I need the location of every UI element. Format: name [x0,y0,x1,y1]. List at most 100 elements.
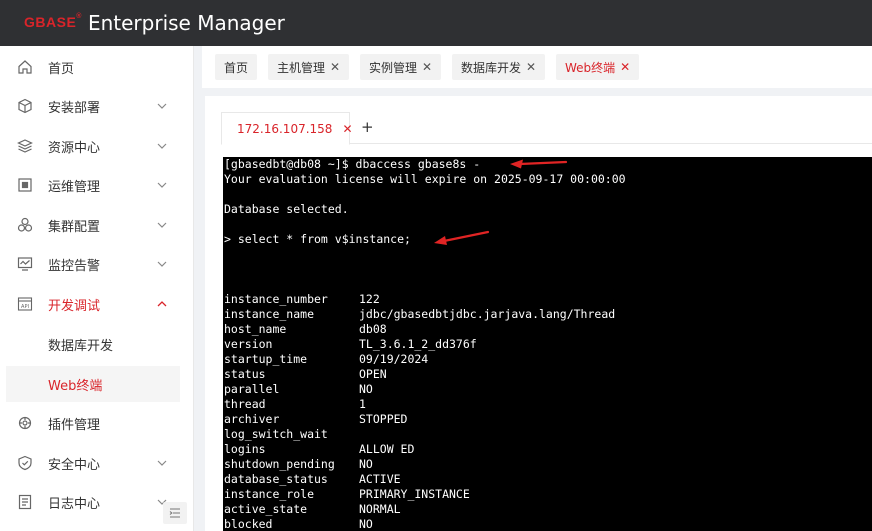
tab-label: 主机管理 [277,60,326,75]
chevron-down-icon [157,261,167,267]
terminal-row-value: NORMAL [359,502,401,516]
terminal-row-key: blocked [224,517,273,531]
close-icon[interactable]: ✕ [620,60,630,74]
log-icon [18,494,32,510]
terminal-row-value: TL_3.6.1_2_dd376f [359,337,477,351]
tab-host-management[interactable]: 主机管理 ✕ [268,54,350,80]
terminal-line: [gbasedbt@db08 ~]$ dbaccess gbase8s - [224,157,481,171]
sidebar-subitem-label: Web终端 [48,378,103,394]
terminal-row-key: archiver [224,412,280,426]
sidebar-item-cluster[interactable]: 集群配置 [0,205,194,245]
gbase-logo[interactable]: GBASE® [24,13,82,30]
api-icon: API [17,297,33,311]
tab-label: 数据库开发 [461,60,522,75]
close-icon[interactable]: ✕ [422,60,432,74]
tab-label: 首页 [224,60,249,75]
terminal-row-key: instance_role [224,487,315,501]
sidebar-item-label: 安全中心 [48,457,101,473]
terminal-row-key: shutdown_pending [224,457,335,471]
red-arrow-annotation [434,230,490,245]
layers-icon [17,139,33,153]
terminal-row-value: PRIMARY_INSTANCE [359,487,470,501]
chevron-down-icon [157,222,167,228]
terminal-row-value: STOPPED [359,412,408,426]
tab-db-dev[interactable]: 数据库开发 ✕ [452,54,546,80]
sidebar-subitem-db-dev[interactable]: 数据库开发 [6,326,180,362]
sidebar-item-label: 监控告警 [48,258,101,274]
terminal-row-value: NO [359,382,373,396]
sidebar-item-label: 插件管理 [48,417,101,433]
chevron-down-icon [157,460,167,466]
svg-text:API: API [21,304,29,310]
sidebar-item-label: 开发调试 [48,298,101,314]
terminal-row-key: active_state [224,502,308,516]
sidebar-item-monitor[interactable]: 监控告警 [0,244,194,284]
chip-icon [18,178,32,192]
sidebar-subitem-label: 数据库开发 [48,338,114,354]
shield-icon [18,455,32,471]
tab-label: Web终端 [565,60,616,75]
sidebar-item-security[interactable]: 安全中心 [0,443,194,483]
sidebar-item-label: 资源中心 [48,140,101,156]
web-terminal-panel: 172.16.107.158 ✕ + [gbasedbt@db08 ~]$ db… [205,96,872,531]
sidebar-item-install[interactable]: 安装部署 [0,86,194,126]
cluster-icon [17,217,33,232]
terminal-row-key: version [224,337,273,351]
sidebar-item-resources[interactable]: 资源中心 [0,126,194,166]
plugin-icon [18,416,32,430]
terminal-row-key: startup_time [224,352,308,366]
terminal-row-value: jdbc/gbasedbtjdbc.jarjava.lang/Thread [359,307,616,321]
sidebar-item-ops[interactable]: 运维管理 [0,165,194,205]
terminal-screen[interactable]: [gbasedbt@db08 ~]$ dbaccess gbase8s - Yo… [223,157,872,531]
terminal-tab-host[interactable]: 172.16.107.158 ✕ [221,112,353,145]
add-terminal-button[interactable]: + [361,118,374,136]
tab-home[interactable]: 首页 [215,54,258,80]
menu-fold-icon [169,508,180,518]
sidebar-item-dev-debug[interactable]: API 开发调试 [0,284,194,324]
sidebar: 首页 安装部署 资源中心 运维管理 集群配置 监控告警 API 开发调试 数据库… [0,46,194,531]
cube-icon [18,98,32,114]
terminal-row-key: logins [224,442,266,456]
chevron-down-icon [157,103,167,109]
sidebar-item-plugins[interactable]: 插件管理 [0,403,194,443]
app-header: GBASE® Enterprise Manager [0,0,872,46]
red-arrow-annotation [510,159,568,169]
terminal-row-key: host_name [224,322,287,336]
chevron-down-icon [157,143,167,149]
terminal-line: Database selected. [224,202,349,216]
terminal-row-key: database_status [224,472,328,486]
close-icon[interactable]: ✕ [342,122,352,136]
terminal-line: > select * from v$instance; [224,232,411,246]
terminal-row-value: ALLOW ED [359,442,415,456]
app-title: Enterprise Manager [87,11,285,35]
chevron-down-icon [157,182,167,188]
sidebar-item-label: 日志中心 [48,496,101,512]
tab-instance-management[interactable]: 实例管理 ✕ [360,54,442,80]
terminal-row-value: db08 [359,322,387,336]
sidebar-collapse-button[interactable] [163,502,187,524]
close-icon[interactable]: ✕ [330,60,340,74]
sidebar-item-label: 集群配置 [48,219,101,235]
terminal-row-key: parallel [224,382,280,396]
terminal-tab-label: 172.16.107.158 [237,121,333,136]
tab-web-terminal[interactable]: Web终端 ✕ [556,54,640,80]
terminal-row-key: instance_name [224,307,315,321]
tab-bar: 首页 主机管理 ✕ 实例管理 ✕ 数据库开发 ✕ Web终端 ✕ [202,46,872,88]
terminal-line: Your evaluation license will expire on 2… [224,172,626,186]
tab-label: 实例管理 [369,60,418,75]
terminal-row-value: 1 [359,397,366,411]
terminal-row-key: thread [224,397,266,411]
sidebar-item-home[interactable]: 首页 [0,47,194,87]
sidebar-item-label: 安装部署 [48,100,101,116]
chevron-up-icon [157,301,167,307]
terminal-row-value: 09/19/2024 [359,352,429,366]
terminal-tab-strip: 172.16.107.158 ✕ + [221,112,872,145]
terminal-row-key: instance_number [224,292,328,306]
home-icon [18,60,32,74]
sidebar-item-label: 运维管理 [48,179,101,195]
terminal-row-key: status [224,367,266,381]
sidebar-item-label: 首页 [48,61,75,77]
monitor-icon [17,257,33,271]
close-icon[interactable]: ✕ [526,60,536,74]
sidebar-subitem-web-terminal[interactable]: Web终端 [6,366,180,402]
